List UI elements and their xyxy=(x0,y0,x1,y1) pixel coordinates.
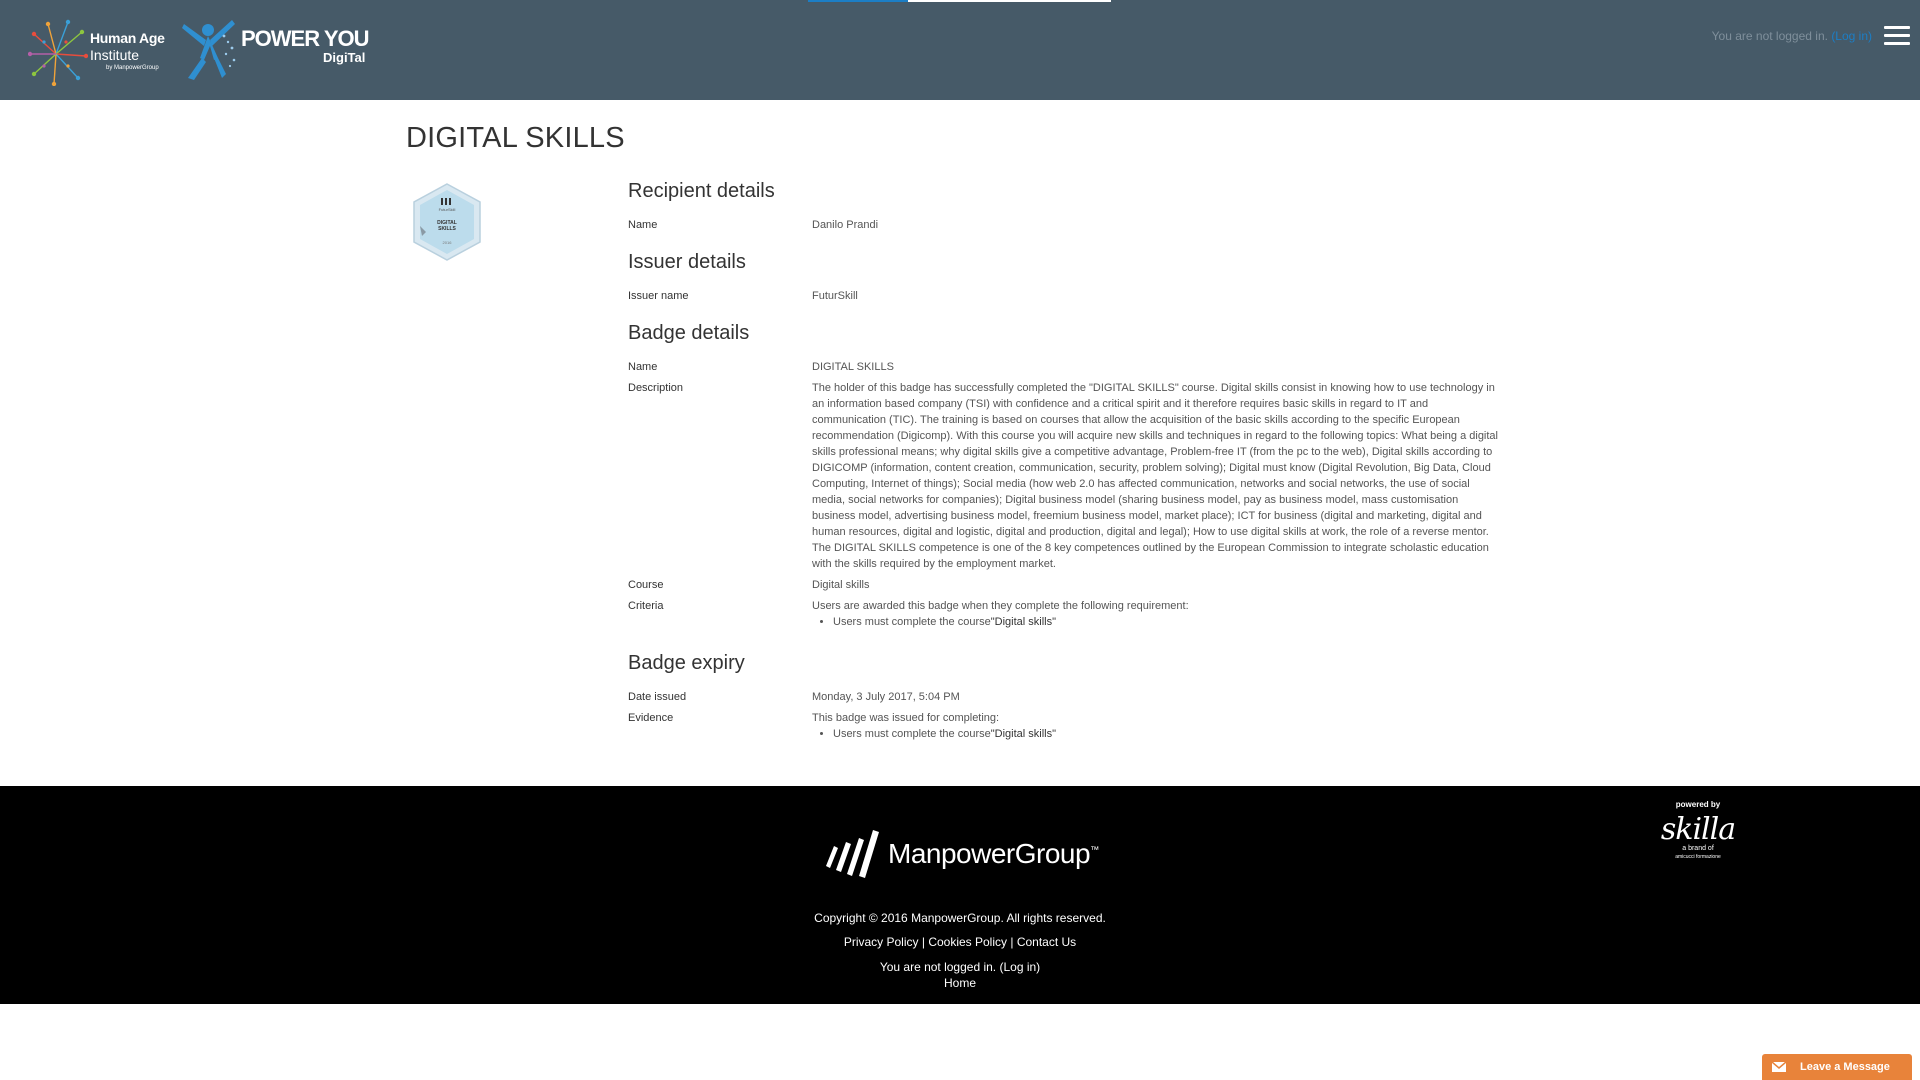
hai-logo-line3: by ManpowerGroup xyxy=(106,65,159,71)
badge-criteria-row: Criteria Users are awarded this badge wh… xyxy=(628,598,1498,630)
badge-brand: FuturSkill xyxy=(439,207,456,212)
evidence-list: Users must complete the course"Digital s… xyxy=(812,726,1498,742)
evidence-label: Evidence xyxy=(628,712,674,724)
recipient-name-value: Danilo Prandi xyxy=(812,219,879,231)
issuer-name-label: Issuer name xyxy=(628,290,689,302)
footer-links: Privacy Policy | Cookies Policy | Contac… xyxy=(0,935,1920,949)
manpowergroup-name: ManpowerGroup™ xyxy=(888,838,1099,870)
evidence-item-text: Users must complete the course xyxy=(833,728,991,740)
badge-name-row: Name DIGITAL SKILLS xyxy=(628,359,1498,375)
top-navbar: Human Age Institute by ManpowerGroup POW… xyxy=(0,0,1920,100)
badge-description-label: Description xyxy=(628,382,684,394)
human-age-institute-logo[interactable]: Human Age Institute by ManpowerGroup xyxy=(27,16,168,87)
date-issued-label: Date issued xyxy=(628,691,687,703)
evidence-intro: This badge was issued for completing: xyxy=(812,712,1000,724)
cookies-policy-link[interactable]: Cookies Policy xyxy=(928,935,1007,949)
criteria-list: Users must complete the course"Digital s… xyxy=(812,614,1498,630)
page-loading-bar-fill xyxy=(808,0,908,2)
issuer-details-heading: Issuer details xyxy=(628,251,746,273)
badge-expiry-heading: Badge expiry xyxy=(628,652,745,674)
badge-course-label: Course xyxy=(628,579,664,591)
recipient-details-heading: Recipient details xyxy=(628,180,775,202)
evidence-item-course: "Digital skills" xyxy=(990,728,1056,740)
manpowergroup-name-text: ManpowerGroup xyxy=(888,838,1091,869)
badge-course-value: Digital skills xyxy=(812,579,870,591)
contact-us-link[interactable]: Contact Us xyxy=(1017,935,1076,949)
header-login-link[interactable]: (Log in) xyxy=(1831,29,1872,43)
skilla-subtitle-2: amicucci formazione xyxy=(1675,854,1721,860)
hai-logo-line1: Human Age xyxy=(90,30,165,46)
footer-login-link[interactable]: (Log in) xyxy=(999,960,1040,974)
power-you-digital-logo[interactable]: POWER YOU DigiTal xyxy=(178,16,378,86)
header-login-status-text: You are not logged in. xyxy=(1711,29,1828,43)
badge-description-row: Description The holder of this badge has… xyxy=(628,380,1498,572)
jumping-person-icon xyxy=(182,20,236,80)
badge-name-line2: SKILLS xyxy=(438,226,456,232)
power-you-logo-subtitle: DigiTal xyxy=(323,50,366,65)
manpowergroup-trademark: ™ xyxy=(1090,844,1099,855)
badge-criteria-value: Users are awarded this badge when they c… xyxy=(812,598,1498,630)
manpowergroup-logo[interactable]: ManpowerGroup™ xyxy=(822,826,1112,880)
evidence-value: This badge was issued for completing: Us… xyxy=(812,710,1498,742)
badge-details-heading: Badge details xyxy=(628,322,750,344)
privacy-policy-link[interactable]: Privacy Policy xyxy=(844,935,919,949)
digital-skills-badge-icon: FuturSkill DIGITAL SKILLS 2016 xyxy=(413,183,481,261)
badge-name-label: Name xyxy=(628,361,658,373)
skilla-logo-text: skilla xyxy=(1660,812,1736,847)
footer-login-status-text: You are not logged in. xyxy=(879,960,997,974)
footer-login-status: You are not logged in. (Log in) xyxy=(0,960,1920,974)
envelope-icon xyxy=(1772,1062,1786,1072)
evidence-list-item: Users must complete the course"Digital s… xyxy=(833,726,1498,742)
evidence-row: Evidence This badge was issued for compl… xyxy=(628,710,1498,742)
powered-by-label: powered by xyxy=(1675,800,1721,809)
powered-by-skilla[interactable]: powered by skilla a brand of amicucci fo… xyxy=(1648,800,1748,861)
footer-home: Home xyxy=(0,976,1920,990)
footer-link-separator: | xyxy=(1010,935,1014,949)
badge-criteria-label: Criteria xyxy=(628,600,664,612)
hai-logo-line2: Institute xyxy=(90,47,140,63)
criteria-item-text: Users must complete the course xyxy=(833,616,991,628)
recipient-name-row: Name Danilo Prandi xyxy=(628,217,1498,233)
page-footer: ManpowerGroup™ Copyright © 2016 Manpower… xyxy=(0,786,1920,1004)
hamburger-menu-icon[interactable] xyxy=(1884,26,1910,48)
criteria-intro: Users are awarded this badge when they c… xyxy=(812,600,1189,612)
footer-link-separator: | xyxy=(921,935,925,949)
issuer-name-row: Issuer name FuturSkill xyxy=(628,288,1498,304)
recipient-name-label: Name xyxy=(628,219,658,231)
badge-name-value: DIGITAL SKILLS xyxy=(812,361,894,373)
manpowergroup-mark-icon xyxy=(826,830,879,878)
power-you-logo-title: POWER YOU xyxy=(241,26,370,51)
badge-description-value: The holder of this badge has successfull… xyxy=(812,382,1498,570)
header-login-status: You are not logged in. (Log in) xyxy=(1712,29,1872,43)
human-age-burst-icon xyxy=(27,19,89,87)
badge-year: 2016 xyxy=(443,240,453,245)
criteria-item-course: "Digital skills" xyxy=(990,616,1056,628)
page-title: DIGITAL SKILLS xyxy=(406,122,625,154)
page-loading-bar xyxy=(808,0,1111,2)
criteria-list-item: Users must complete the course"Digital s… xyxy=(833,614,1498,630)
date-issued-row: Date issued Monday, 3 July 2017, 5:04 PM xyxy=(628,689,1498,705)
footer-copyright: Copyright © 2016 ManpowerGroup. All righ… xyxy=(814,911,1106,925)
badge-content: Recipient details Name Danilo Prandi Iss… xyxy=(628,180,1498,747)
leave-message-button[interactable]: Leave a Message xyxy=(1762,1054,1912,1080)
badge-course-row: Course Digital skills xyxy=(628,577,1498,593)
issuer-name-value: FuturSkill xyxy=(812,290,858,302)
leave-message-label: Leave a Message xyxy=(1800,1061,1890,1073)
footer-home-link[interactable]: Home xyxy=(944,976,976,990)
date-issued-value: Monday, 3 July 2017, 5:04 PM xyxy=(812,691,960,703)
badge-image: FuturSkill DIGITAL SKILLS 2016 xyxy=(410,182,484,262)
